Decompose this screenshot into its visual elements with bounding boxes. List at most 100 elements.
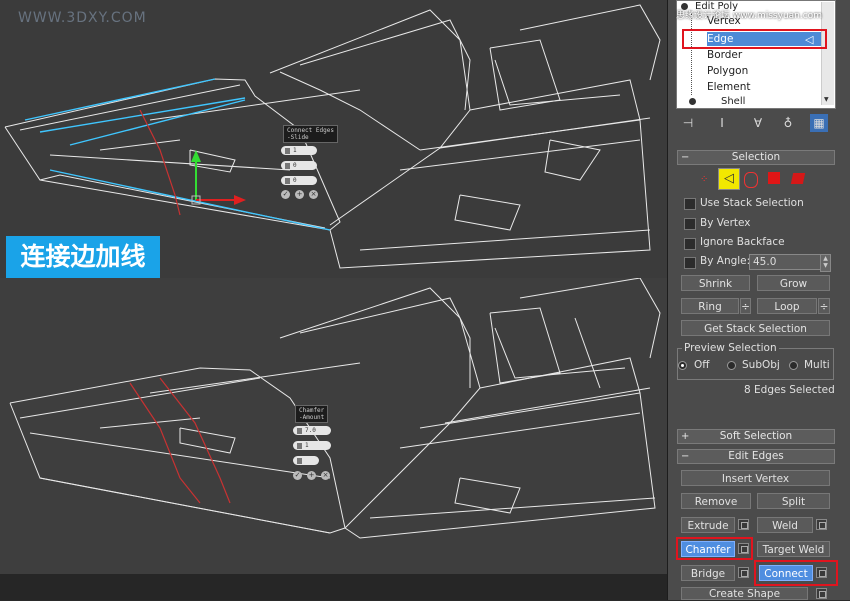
polygon-level-icon[interactable]: [768, 172, 780, 184]
edit-edges-rollout-header[interactable]: − Edit Edges: [677, 449, 835, 464]
label-ignore-backface: Ignore Backface: [700, 236, 785, 248]
radio-off[interactable]: [678, 361, 687, 370]
bridge-button[interactable]: Bridge: [681, 565, 735, 581]
angle-spinner-icon[interactable]: ▲ ▼: [820, 254, 831, 272]
expand-icon: +: [681, 431, 690, 442]
callout-chamfer: [676, 537, 753, 560]
forum-watermark: 思缘设计论坛 www.missyuan.com: [676, 11, 822, 21]
caddy-pinch-field[interactable]: 0: [281, 161, 317, 170]
target-weld-button[interactable]: Target Weld: [757, 541, 830, 557]
weld-settings-icon[interactable]: [816, 519, 827, 530]
insert-vertex-button[interactable]: Insert Vertex: [681, 470, 830, 486]
slide-icon: [285, 177, 290, 184]
viewport-bottom[interactable]: [0, 278, 667, 574]
caddy-title-bottom: Chamfer -Amount: [295, 405, 329, 423]
checkbox-by-vertex[interactable]: [684, 218, 696, 230]
label-by-vertex: By Vertex: [700, 217, 751, 229]
preview-selection-title: Preview Selection: [682, 342, 779, 354]
label-by-angle: By Angle:: [700, 255, 751, 267]
caddy-value: 0: [293, 162, 297, 169]
angle-input[interactable]: 45.0: [749, 254, 822, 270]
caddy-slide-field[interactable]: 0: [281, 176, 317, 185]
create-shape-settings-icon[interactable]: [816, 588, 827, 599]
selection-rollout-header[interactable]: − Selection: [677, 150, 835, 165]
caddy-segments-field[interactable]: 1: [281, 146, 317, 155]
remove-button[interactable]: Remove: [681, 493, 751, 509]
caddy-value: 0: [293, 177, 297, 184]
ok-icon[interactable]: ✓: [281, 190, 290, 199]
rollout-title: Soft Selection: [719, 430, 793, 442]
checkbox-ignore-backface[interactable]: [684, 238, 696, 250]
site-watermark: WWW.3DXY.COM: [18, 10, 147, 26]
apply-icon[interactable]: +: [307, 471, 316, 480]
label-use-stack: Use Stack Selection: [700, 197, 804, 209]
grow-button[interactable]: Grow: [757, 275, 830, 291]
pin-stack-icon[interactable]: ⊣: [679, 114, 697, 132]
bridge-settings-icon[interactable]: [738, 567, 749, 578]
caddy-title-line: Connect Edges: [287, 127, 334, 134]
checkbox-use-stack[interactable]: [684, 198, 696, 210]
ring-button[interactable]: Ring: [681, 298, 739, 314]
checkbox-by-angle[interactable]: [684, 257, 696, 269]
collapse-icon: −: [681, 152, 690, 163]
configure-sets-icon[interactable]: ▦: [810, 114, 828, 132]
callout-edge: [682, 29, 827, 49]
caddy-title-line: -Slide: [287, 134, 309, 141]
make-unique-icon[interactable]: ∀: [749, 114, 767, 132]
cancel-icon[interactable]: ×: [309, 190, 318, 199]
caddy-value: 1: [293, 147, 297, 154]
scroll-down-icon[interactable]: ▼: [824, 96, 829, 103]
stack-item-polygon[interactable]: Polygon: [707, 65, 748, 77]
border-level-icon[interactable]: [744, 172, 758, 188]
weld-button[interactable]: Weld: [757, 517, 813, 533]
caddy-amount-field[interactable]: 7.0: [293, 426, 331, 435]
cancel-icon[interactable]: ×: [321, 471, 330, 480]
label-subobj: SubObj: [742, 359, 780, 371]
stack-tree-line: [691, 13, 693, 95]
segments-icon: [297, 442, 302, 449]
pinch-icon: [285, 162, 290, 169]
loop-button[interactable]: Loop: [757, 298, 817, 314]
step-label: 连接边加线: [6, 236, 160, 278]
remove-modifier-icon[interactable]: ♁: [779, 114, 797, 132]
caddy-title-line: Chamfer: [299, 407, 325, 414]
radio-multi[interactable]: [789, 361, 798, 370]
get-stack-selection-button[interactable]: Get Stack Selection: [681, 320, 830, 336]
wireframe-bottom: [9, 278, 661, 539]
caddy-title-top: Connect Edges -Slide: [283, 125, 338, 143]
ok-icon[interactable]: ✓: [293, 471, 302, 480]
stack-scrollbar[interactable]: ▼: [821, 2, 834, 105]
split-button[interactable]: Split: [757, 493, 830, 509]
transform-gizmo: [191, 150, 246, 205]
vertex-level-icon[interactable]: ⁘: [700, 174, 712, 185]
collapse-icon: −: [681, 451, 690, 462]
caddy-title-line: -Amount: [299, 414, 325, 421]
label-off: Off: [694, 359, 710, 371]
extrude-button[interactable]: Extrude: [681, 517, 735, 533]
caddy-value: 7.0: [305, 427, 316, 434]
callout-connect: [754, 560, 838, 586]
ring-spinner-icon[interactable]: ÷: [740, 298, 751, 314]
caddy-open-field[interactable]: [293, 456, 319, 465]
shrink-button[interactable]: Shrink: [681, 275, 750, 291]
caddy-segments-field[interactable]: 1: [293, 441, 331, 450]
stack-item-border[interactable]: Border: [707, 49, 742, 61]
amount-icon: [297, 427, 302, 434]
open-icon: [297, 457, 302, 464]
show-end-result-icon[interactable]: Ⅰ: [713, 114, 731, 132]
stack-item-element[interactable]: Element: [707, 81, 750, 93]
selection-status: 8 Edges Selected: [744, 384, 835, 396]
edge-level-icon[interactable]: ◁: [718, 168, 740, 190]
element-level-icon[interactable]: [790, 173, 806, 184]
create-shape-button[interactable]: Create Shape: [681, 587, 808, 600]
bulb-icon[interactable]: [689, 98, 696, 105]
radio-subobj[interactable]: [727, 361, 736, 370]
stack-item-shell[interactable]: Shell: [721, 96, 745, 107]
soft-selection-rollout-header[interactable]: + Soft Selection: [677, 429, 835, 444]
rollout-title: Selection: [731, 151, 781, 163]
loop-spinner-icon[interactable]: ÷: [818, 298, 830, 314]
extrude-settings-icon[interactable]: [738, 519, 749, 530]
label-multi: Multi: [804, 359, 830, 371]
segments-icon: [285, 147, 290, 154]
apply-icon[interactable]: +: [295, 190, 304, 199]
